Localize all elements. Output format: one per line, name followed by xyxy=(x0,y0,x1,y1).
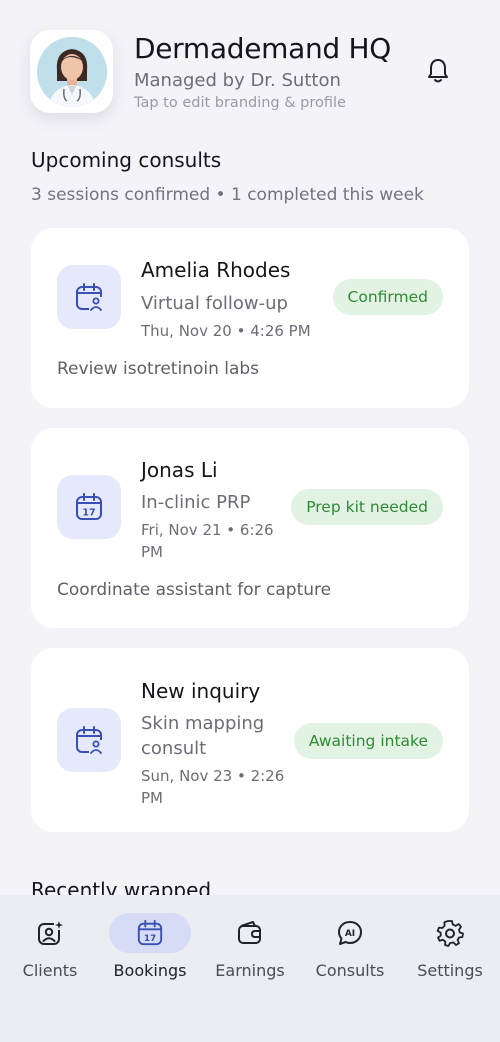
svg-text:AI: AI xyxy=(345,929,355,939)
consult-card[interactable]: New inquiry Skin mapping consult Sun, No… xyxy=(31,648,469,832)
tab-consults[interactable]: AI Consults xyxy=(300,913,400,983)
status-badge: Awaiting intake xyxy=(293,723,443,759)
calendar-user-icon xyxy=(57,708,121,772)
consult-type: Virtual follow-up xyxy=(141,293,288,314)
calendar-17-icon: 17 xyxy=(137,919,163,946)
client-name: Amelia Rhodes xyxy=(141,258,291,282)
gear-icon xyxy=(436,920,464,947)
tab-clients[interactable]: Clients xyxy=(0,913,100,983)
notifications-bell-icon[interactable] xyxy=(427,58,449,84)
tab-settings[interactable]: Settings xyxy=(400,913,500,983)
tab-bookings[interactable]: 17 Bookings xyxy=(100,913,200,983)
wallet-icon xyxy=(238,921,261,944)
doctor-portrait-icon xyxy=(36,36,107,107)
consult-type: In-clinic PRP xyxy=(141,492,251,513)
status-badge: Confirmed xyxy=(332,279,443,315)
consult-card[interactable]: 17 Jonas Li In-clinic PRP Fri, Nov 21 • … xyxy=(31,428,469,628)
avatar[interactable] xyxy=(30,30,113,113)
brand-title[interactable]: Dermademand HQ xyxy=(134,32,391,65)
tab-label: Bookings xyxy=(113,961,187,980)
consult-type: Skin mapping consult xyxy=(141,713,265,759)
brand-subtitle: Managed by Dr. Sutton xyxy=(134,70,341,91)
consult-card[interactable]: Amelia Rhodes Virtual follow-up Thu, Nov… xyxy=(31,228,469,408)
edit-profile-hint[interactable]: Tap to edit branding & profile xyxy=(134,95,346,111)
tab-label: Clients xyxy=(22,961,78,980)
calendar-17-icon: 17 xyxy=(57,475,121,539)
client-name: Jonas Li xyxy=(141,458,218,482)
consult-time: Fri, Nov 21 • 6:26 PM xyxy=(141,521,274,561)
consult-note: Review isotretinoin labs xyxy=(57,359,260,379)
consult-note: Coordinate assistant for capture xyxy=(57,580,332,600)
svg-text:17: 17 xyxy=(144,934,156,944)
status-badge: Prep kit needed xyxy=(291,489,443,525)
upcoming-summary: 3 sessions confirmed • 1 completed this … xyxy=(31,185,424,205)
consult-time: Sun, Nov 23 • 2:26 PM xyxy=(141,767,285,807)
consult-time: Thu, Nov 20 • 4:26 PM xyxy=(141,322,311,340)
ai-chat-icon: AI xyxy=(338,921,362,945)
doctor-photo xyxy=(36,36,107,107)
tab-earnings[interactable]: Earnings xyxy=(200,913,300,983)
client-name: New inquiry xyxy=(141,679,261,703)
tab-label: Settings xyxy=(417,961,483,980)
clients-icon xyxy=(38,920,64,945)
upcoming-section-title: Upcoming consults xyxy=(31,148,222,172)
tab-label: Consults xyxy=(315,961,385,980)
profile-header[interactable]: Dermademand HQ Managed by Dr. Sutton Tap… xyxy=(30,30,470,120)
tab-label: Earnings xyxy=(215,961,285,980)
calendar-user-icon xyxy=(57,265,121,329)
svg-text:17: 17 xyxy=(82,508,95,519)
bottom-tab-bar: Clients 17 Bookings Earnings AI Consults… xyxy=(0,895,500,1042)
